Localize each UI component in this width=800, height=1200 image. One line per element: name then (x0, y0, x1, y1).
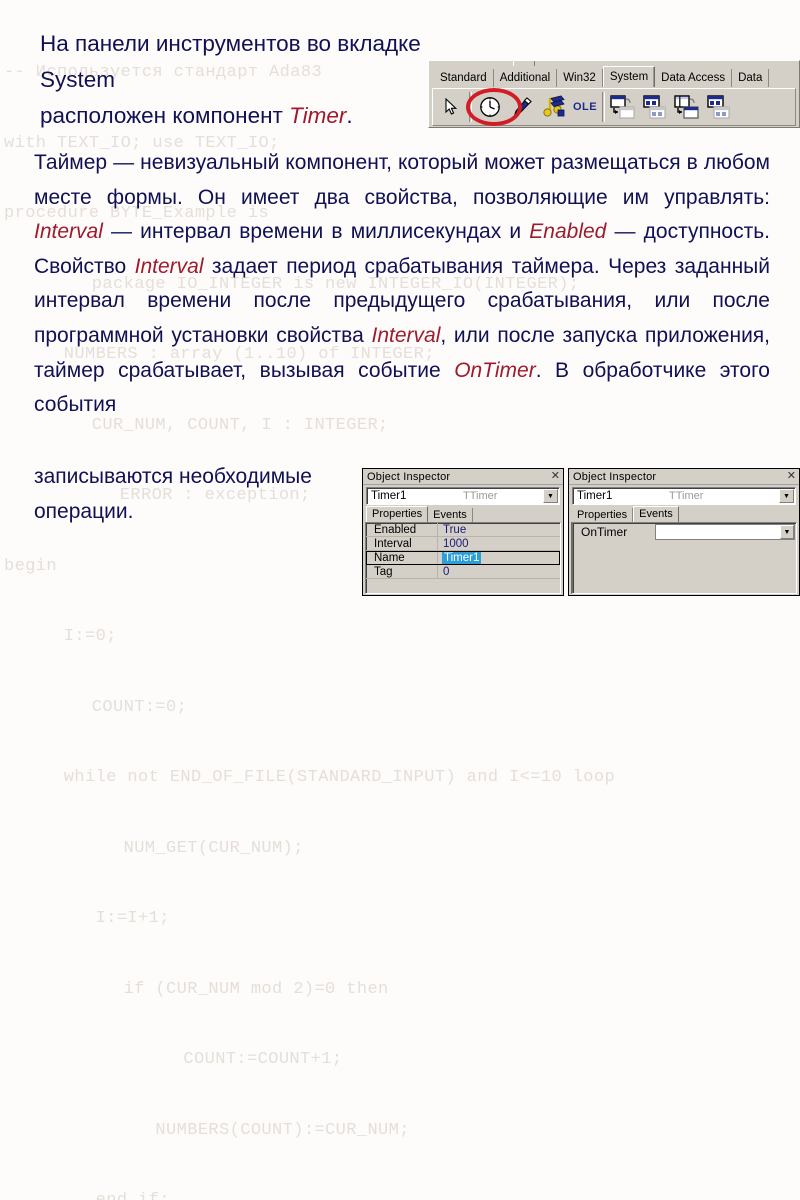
chevron-down-icon[interactable]: ▼ (543, 489, 558, 503)
media-player-icon[interactable] (538, 90, 570, 124)
body-keyword-enabled: Enabled (529, 220, 607, 244)
close-icon[interactable]: ✕ (551, 471, 560, 482)
close-icon[interactable]: ✕ (787, 471, 796, 482)
watermark-line: end if; (4, 1189, 800, 1200)
property-name: Tag (366, 564, 438, 579)
oi-right-title-bar[interactable]: Object Inspector ✕ (569, 469, 799, 485)
palette-tab-additional[interactable]: Additional (493, 69, 558, 87)
oi-right-title: Object Inspector (573, 470, 657, 483)
body-keyword-ontimer: OnTimer (454, 358, 536, 382)
dde-client-conv-icon[interactable] (607, 90, 639, 124)
palette-tab-system[interactable]: System (602, 66, 656, 87)
table-row[interactable]: Interval 1000 (366, 536, 560, 551)
oi-left-tab-events[interactable]: Events (428, 508, 473, 522)
watermark-line: while not END_OF_FILE(STANDARD_INPUT) an… (32, 768, 616, 787)
property-name: Name (366, 550, 438, 565)
slide-body-paragraph: Таймер — невизуальный компонент, который… (34, 146, 770, 423)
watermark-line: NUMBERS(COUNT):=CUR_NUM; (60, 1120, 410, 1140)
paintbox-icon[interactable] (506, 90, 538, 124)
oi-left-component-selector[interactable]: Timer1 TTimer ▼ (366, 487, 560, 505)
slide-heading: На панели инструментов во вкладке System… (40, 26, 440, 134)
oi-right-component-class: TTimer (669, 490, 704, 502)
oi-left-component-name: Timer1 (371, 490, 407, 502)
event-name: OnTimer (581, 525, 628, 539)
body-segment-1: Таймер — невизуальный компонент, который… (34, 151, 770, 209)
oi-right-tab-bar: Properties Events (569, 506, 799, 522)
property-name: Interval (366, 536, 438, 551)
body-keyword-interval-1: Interval (34, 220, 103, 244)
slide-tail-paragraph: записываются необходимые операции. (34, 465, 312, 523)
oi-right-tab-events[interactable]: Events (633, 506, 679, 522)
oi-left-property-grid: Enabled True Interval 1000 Name Timer1 T… (365, 522, 561, 594)
property-value[interactable]: True (438, 523, 560, 537)
body-keyword-interval-2: Interval (134, 254, 204, 278)
chevron-down-icon[interactable]: ▼ (780, 525, 794, 539)
palette-separator (469, 92, 472, 122)
object-inspector-events-window: Object Inspector ✕ Timer1 TTimer ▼ Prope… (568, 468, 800, 596)
watermark-line: NUM_GET(CUR_NUM); (60, 838, 304, 858)
property-value-selected[interactable]: Timer1 (442, 550, 482, 565)
body-segment-2: — интервал времени в миллисекундах и (102, 220, 530, 244)
palette-tab-data[interactable]: Data (732, 69, 770, 87)
ole-icon-label: OLE (572, 101, 598, 113)
palette-tab-bar: Standard Additional Win32 System Data Ac… (429, 66, 799, 87)
palette-tab-data-access[interactable]: Data Access (655, 69, 733, 87)
oi-left-component-class: TTimer (463, 490, 498, 502)
oi-left-title-bar[interactable]: Object Inspector ✕ (363, 469, 563, 485)
watermark-line: I:=0; (32, 627, 117, 646)
palette-separator (602, 92, 605, 122)
oi-right-component-selector[interactable]: Timer1 TTimer ▼ (572, 487, 796, 505)
heading-line-2-prefix: расположен компонент (40, 103, 290, 128)
heading-keyword-timer: Timer (289, 103, 347, 128)
palette-tab-standard[interactable]: Standard (434, 69, 494, 87)
oi-left-tab-properties[interactable]: Properties (366, 506, 429, 522)
heading-line-2-suffix: . (346, 103, 353, 128)
body-keyword-interval-3: Interval (371, 323, 441, 347)
palette-tab-win32[interactable]: Win32 (557, 69, 603, 87)
property-value[interactable]: 1000 (438, 537, 560, 551)
oi-right-tab-properties[interactable]: Properties (572, 508, 634, 522)
oi-left-tab-bar: Properties Events (363, 506, 563, 522)
palette-icon-strip: OLE (432, 88, 796, 126)
timer-clock-icon[interactable] (474, 90, 506, 124)
watermark-line: COUNT:=0; (60, 697, 188, 717)
heading-line-1: На панели инструментов во вкладке System (40, 31, 421, 92)
pointer-icon[interactable] (435, 90, 467, 124)
property-value[interactable]: 0 (438, 565, 560, 579)
ole-container-icon[interactable]: OLE (570, 90, 600, 124)
table-row[interactable]: Enabled True (366, 523, 560, 537)
dde-client-item-icon[interactable] (639, 90, 671, 124)
oi-left-title: Object Inspector (367, 470, 451, 483)
table-row[interactable]: OnTimer ▼ (573, 523, 796, 541)
chevron-down-icon[interactable]: ▼ (779, 489, 794, 503)
event-handler-input[interactable]: ▼ (655, 524, 795, 540)
dde-server-item-icon[interactable] (703, 90, 735, 124)
dde-server-conv-icon[interactable] (671, 90, 703, 124)
oi-right-event-grid: OnTimer ▼ (571, 522, 797, 594)
table-row[interactable]: Name Timer1 (366, 550, 560, 565)
object-inspector-properties-window: Object Inspector ✕ Timer1 TTimer ▼ Prope… (362, 468, 564, 596)
oi-right-component-name: Timer1 (577, 490, 613, 502)
table-row[interactable]: Tag 0 (366, 564, 560, 579)
component-palette-window: Standard Additional Win32 System Data Ac… (428, 60, 800, 128)
watermark-line: COUNT:=COUNT+1; (88, 1050, 343, 1069)
property-name: Enabled (366, 523, 438, 537)
watermark-line: if (CUR_NUM mod 2)=0 then (60, 979, 389, 999)
watermark-line: I:=I+1; (32, 909, 170, 928)
